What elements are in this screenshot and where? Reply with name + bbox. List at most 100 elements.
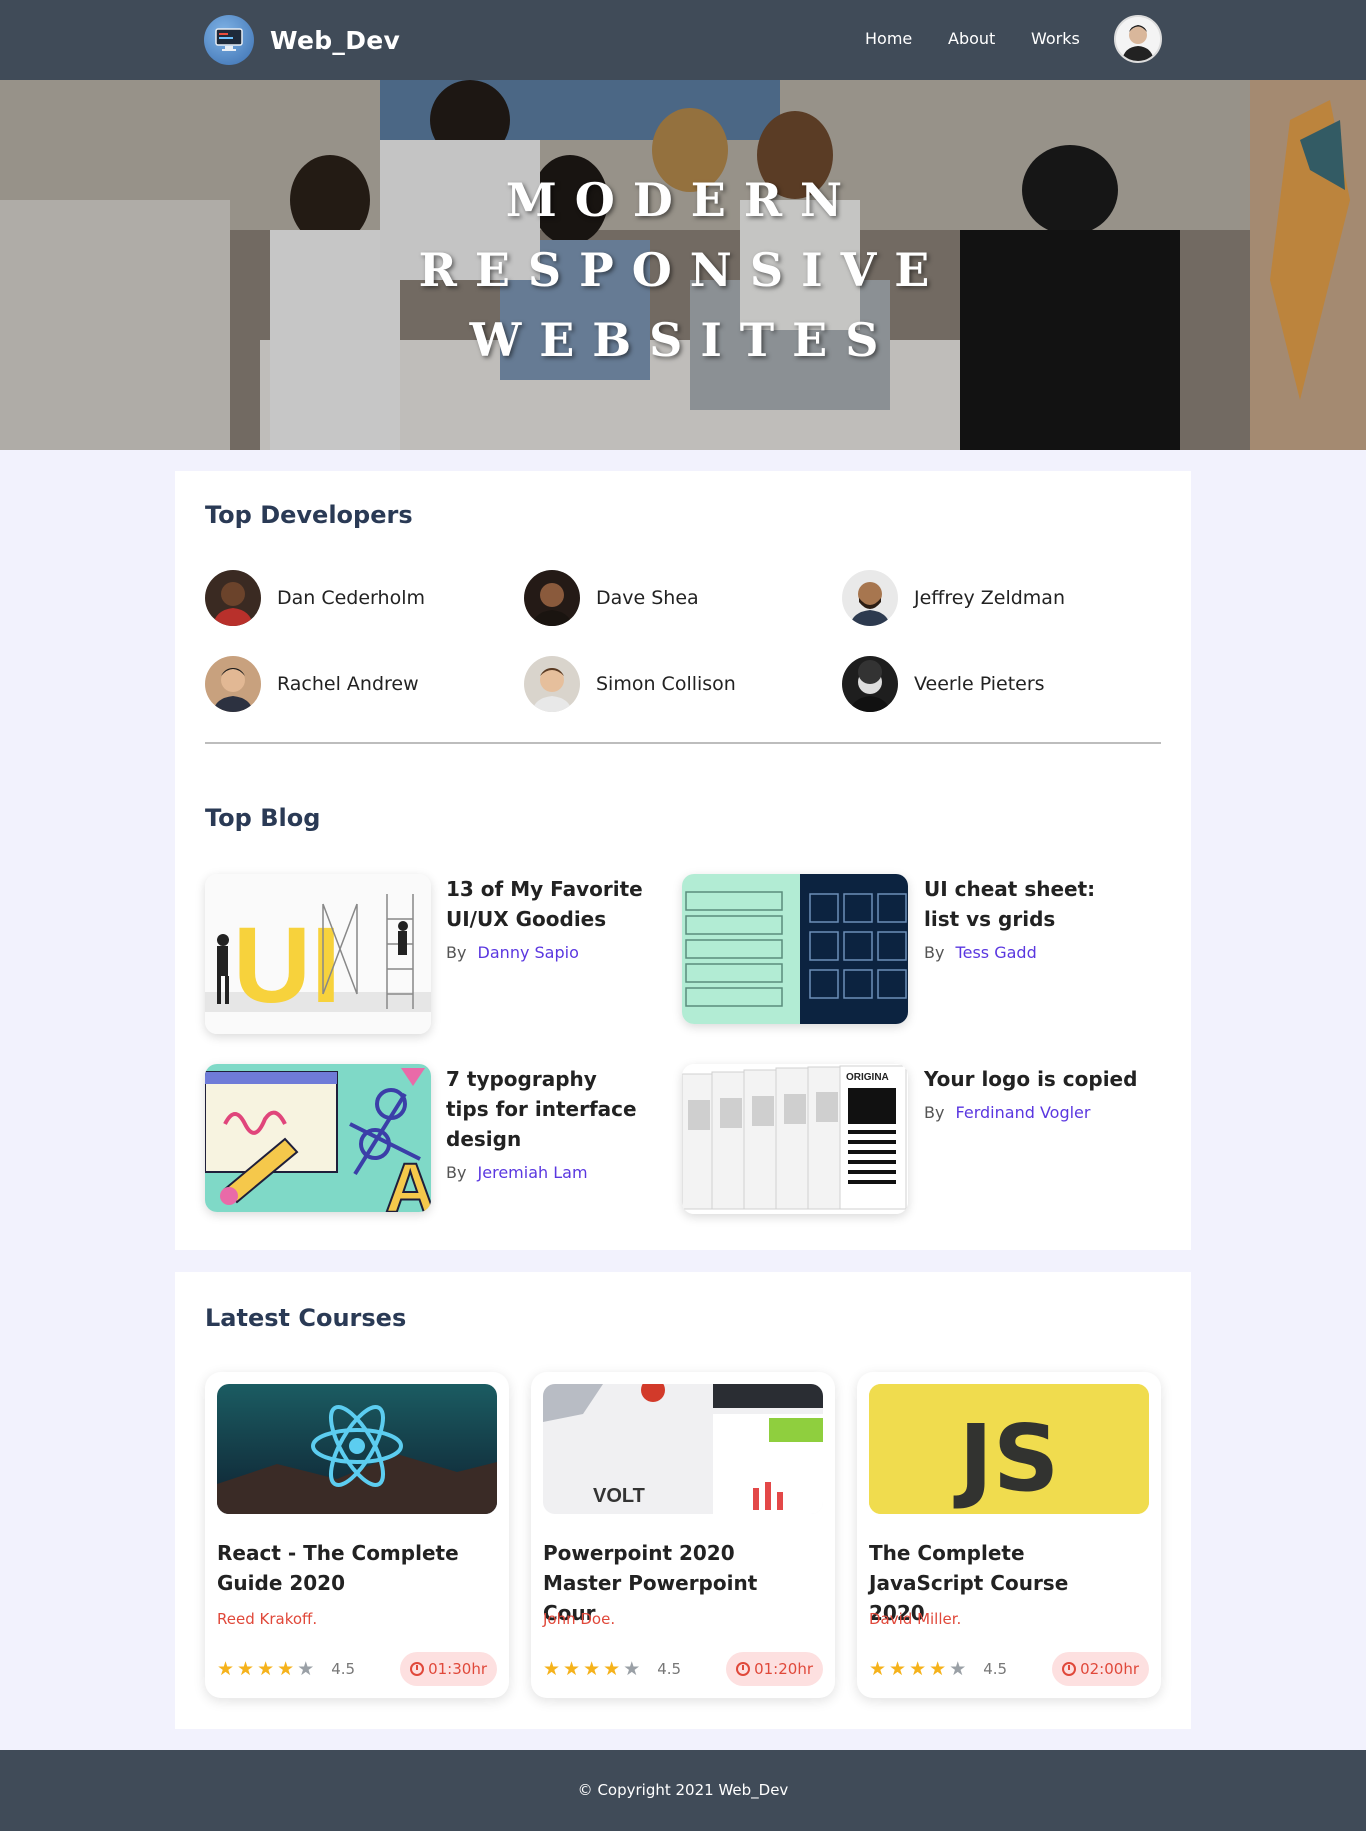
star-icon: ★ [563, 1658, 581, 1680]
course-image-text: VOLT [593, 1485, 645, 1507]
developer-name: Simon Collison [596, 673, 736, 695]
course-image: VOLT [543, 1384, 823, 1514]
clock-icon [410, 1662, 425, 1676]
developer-avatar [205, 570, 261, 626]
blog-byline: By Jeremiah Lam [446, 1163, 588, 1182]
hero-title: MODERN RESPONSIVE WEBSITES [0, 165, 1366, 375]
developer-item[interactable]: Dave Shea [524, 570, 699, 626]
developer-name: Rachel Andrew [277, 673, 419, 695]
section-divider [205, 742, 1161, 744]
developer-name: Dave Shea [596, 587, 699, 609]
duration-value: 01:30hr [428, 1660, 487, 1678]
star-icon: ★ [929, 1658, 947, 1680]
footer: © Copyright 2021 Web_Dev [0, 1750, 1366, 1831]
star-icon: ★ [623, 1658, 641, 1680]
blog-post-title[interactable]: 13 of My Favorite UI/UX Goodies [446, 874, 646, 934]
star-icon: ★ [603, 1658, 621, 1680]
duration-value: 01:20hr [754, 1660, 813, 1678]
developer-name: Jeffrey Zeldman [914, 587, 1065, 609]
star-icon: ★ [869, 1658, 887, 1680]
section-title: Top Blog [205, 804, 321, 832]
hero-title-line: MODERN [505, 173, 861, 227]
star-icon: ★ [217, 1658, 235, 1680]
rating-stars: ★ ★ ★ ★ ★ 4.5 [217, 1658, 355, 1680]
top-blog-section: Top Blog UI 13 of My Favorite UI/UX Good… [175, 774, 1191, 1250]
rating-stars: ★ ★ ★ ★ ★ 4.5 [543, 1658, 681, 1680]
duration-badge: 01:30hr [400, 1652, 497, 1686]
rating-value: 4.5 [331, 1660, 356, 1678]
developer-item[interactable]: Jeffrey Zeldman [842, 570, 1065, 626]
star-icon: ★ [583, 1658, 601, 1680]
nav-works-link[interactable]: Works [1031, 29, 1080, 48]
navbar: Web_Dev Home About Works [0, 0, 1366, 80]
blog-by-label: By [446, 1163, 467, 1182]
developer-avatar [842, 570, 898, 626]
blog-thumbnail[interactable]: A [205, 1064, 431, 1212]
course-title[interactable]: React - The Complete Guide 2020 [217, 1538, 477, 1598]
blog-byline: By Ferdinand Vogler [924, 1103, 1090, 1122]
rating-stars: ★ ★ ★ ★ ★ 4.5 [869, 1658, 1007, 1680]
blog-post-title[interactable]: 7 typography tips for interface design [446, 1064, 646, 1154]
star-icon: ★ [277, 1658, 295, 1680]
developer-avatar [205, 656, 261, 712]
blog-thumbnail-text: ORIGINA [846, 1072, 889, 1083]
developer-name: Veerle Pieters [914, 673, 1045, 695]
course-author: David Miller. [869, 1610, 962, 1628]
section-title: Latest Courses [205, 1304, 407, 1332]
top-developers-section: Top Developers Dan Cederholm Dave Shea J… [175, 471, 1191, 774]
user-avatar-icon[interactable] [1114, 15, 1162, 63]
course-image: JS [869, 1384, 1149, 1514]
clock-icon [736, 1662, 751, 1676]
course-image-text: JS [953, 1405, 1060, 1512]
developer-avatar [524, 656, 580, 712]
developer-avatar [842, 656, 898, 712]
course-author: Reed Krakoff. [217, 1610, 318, 1628]
nav-home-link[interactable]: Home [865, 29, 912, 48]
blog-thumbnail[interactable] [682, 874, 908, 1024]
blog-author-link[interactable]: Ferdinand Vogler [956, 1103, 1091, 1122]
copyright-text: © Copyright 2021 Web_Dev [577, 1781, 789, 1799]
star-icon: ★ [909, 1658, 927, 1680]
developer-name: Dan Cederholm [277, 587, 425, 609]
developer-item[interactable]: Veerle Pieters [842, 656, 1045, 712]
clock-icon [1062, 1662, 1077, 1676]
developer-item[interactable]: Simon Collison [524, 656, 736, 712]
star-icon: ★ [949, 1658, 967, 1680]
blog-author-link[interactable]: Danny Sapio [478, 943, 579, 962]
course-card[interactable]: React - The Complete Guide 2020 Reed Kra… [205, 1372, 509, 1698]
blog-thumbnail-text: A [385, 1149, 431, 1212]
nav-about-link[interactable]: About [948, 29, 995, 48]
latest-courses-section: Latest Courses React - The Complete Guid… [175, 1272, 1191, 1729]
blog-by-label: By [446, 943, 467, 962]
course-author: John Doe. [543, 1610, 616, 1628]
duration-badge: 02:00hr [1052, 1652, 1149, 1686]
course-image [217, 1384, 497, 1514]
developer-item[interactable]: Dan Cederholm [205, 570, 425, 626]
blog-byline: By Danny Sapio [446, 943, 579, 962]
blog-post-title[interactable]: UI cheat sheet: list vs grids [924, 874, 1124, 934]
hero-title-line: WEBSITES [469, 313, 897, 367]
blog-author-link[interactable]: Tess Gadd [956, 943, 1037, 962]
star-icon: ★ [297, 1658, 315, 1680]
blog-thumbnail[interactable]: UI [205, 874, 431, 1034]
course-card[interactable]: VOLT Powerpoint 2020 Master Powerpoint C… [531, 1372, 835, 1698]
developer-item[interactable]: Rachel Andrew [205, 656, 419, 712]
blog-by-label: By [924, 1103, 945, 1122]
blog-byline: By Tess Gadd [924, 943, 1037, 962]
duration-badge: 01:20hr [726, 1652, 823, 1686]
star-icon: ★ [889, 1658, 907, 1680]
rating-value: 4.5 [657, 1660, 682, 1678]
hero-title-line: RESPONSIVE [418, 243, 948, 297]
rating-value: 4.5 [983, 1660, 1008, 1678]
duration-value: 02:00hr [1080, 1660, 1139, 1678]
section-title: Top Developers [205, 501, 413, 529]
star-icon: ★ [543, 1658, 561, 1680]
course-card[interactable]: JS The Complete JavaScript Course 2020 D… [857, 1372, 1161, 1698]
blog-thumbnail[interactable]: ORIGINA [682, 1064, 908, 1214]
developer-avatar [524, 570, 580, 626]
hero-banner: MODERN RESPONSIVE WEBSITES [0, 80, 1366, 450]
star-icon: ★ [257, 1658, 275, 1680]
blog-post-title[interactable]: Your logo is copied [924, 1064, 1144, 1094]
blog-thumbnail-text: UI [233, 904, 341, 1025]
blog-author-link[interactable]: Jeremiah Lam [478, 1163, 588, 1182]
